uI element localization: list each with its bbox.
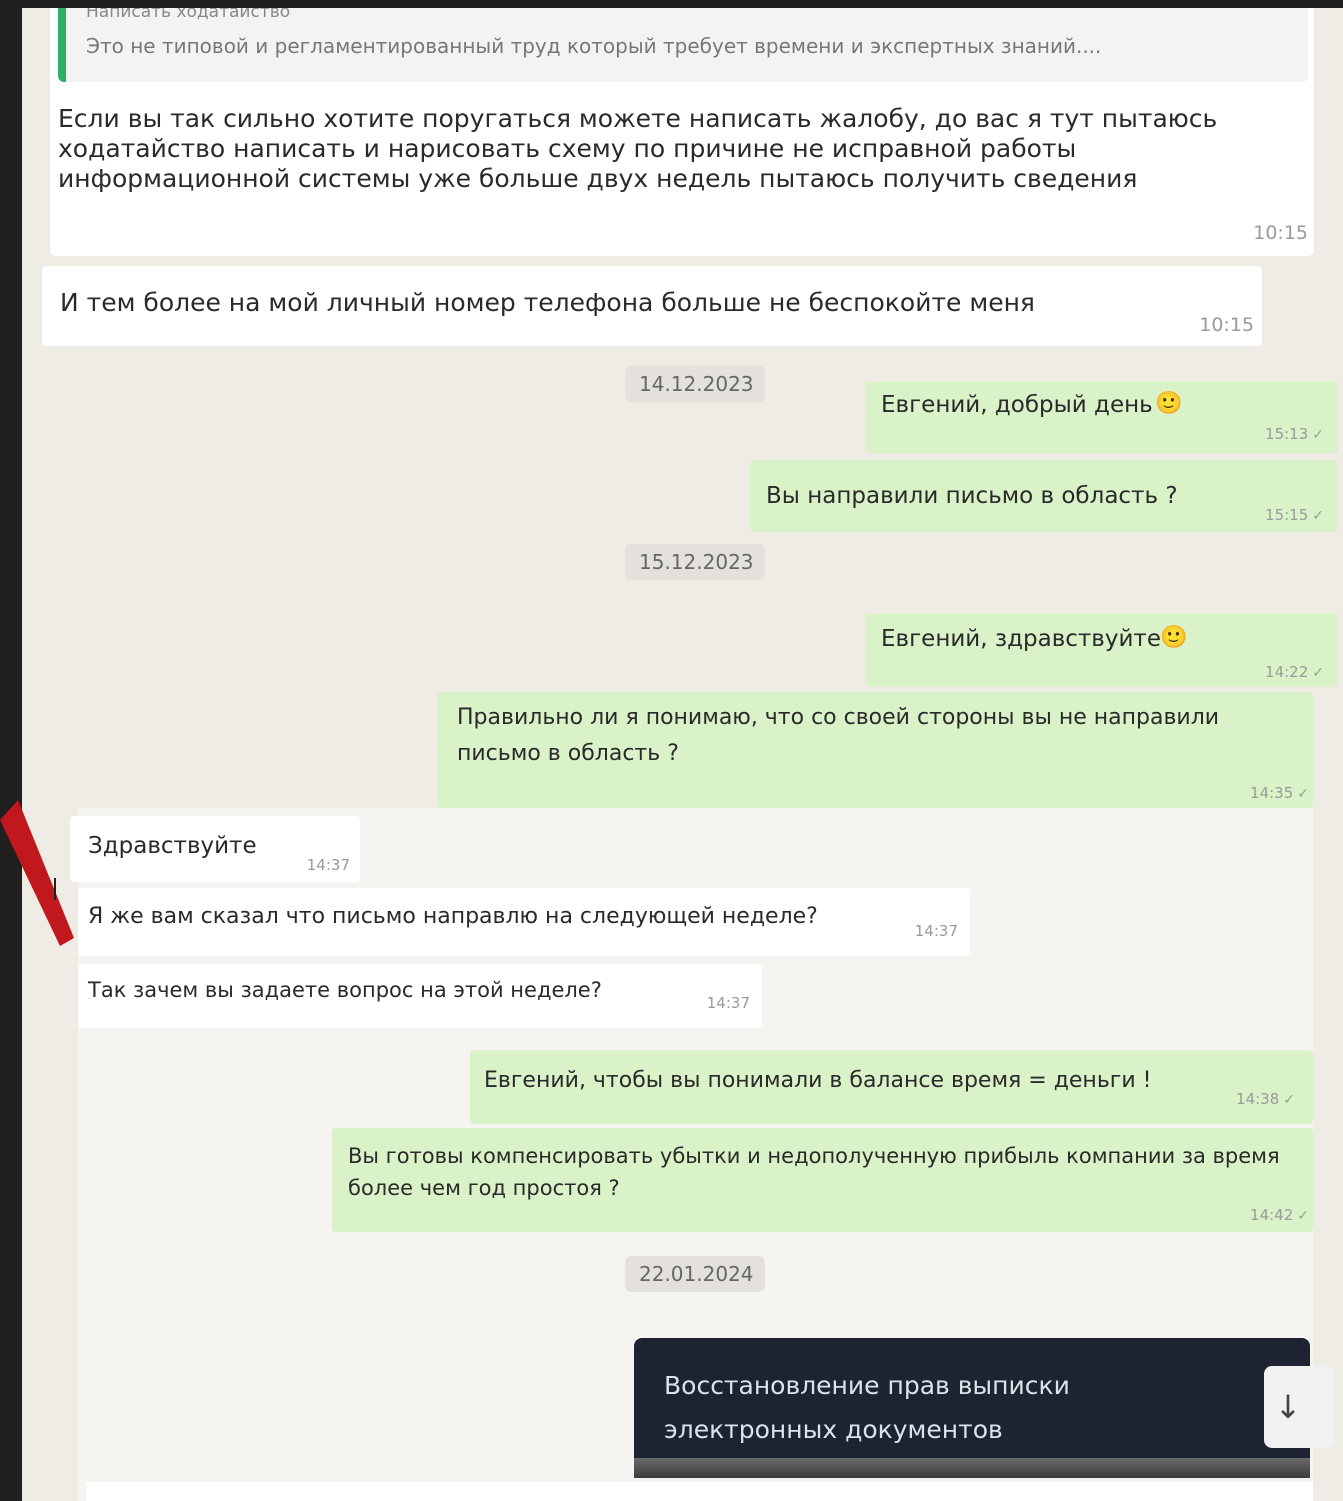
- smile-emoji-icon: 🙂: [1160, 625, 1188, 650]
- message-text: И тем более на мой личный номер телефона…: [60, 288, 1035, 317]
- outgoing-message[interactable]: Евгений, чтобы вы понимали в балансе вре…: [470, 1050, 1313, 1124]
- message-text: Я же вам сказал что письмо направлю на с…: [88, 904, 818, 929]
- message-text: Евгений, чтобы вы понимали в балансе вре…: [484, 1068, 1152, 1093]
- message-text: Евгений, добрый день: [881, 392, 1153, 418]
- message-text: Так зачем вы задаете вопрос на этой неде…: [88, 978, 602, 1002]
- message-time: 14:37: [706, 994, 750, 1012]
- quoted-message-container: Написать ходатайство Это не типовой и ре…: [50, 8, 1314, 256]
- incoming-message[interactable]: И тем более на мой личный номер телефона…: [42, 266, 1262, 346]
- incoming-message[interactable]: Так зачем вы задаете вопрос на этой неде…: [78, 964, 762, 1028]
- message-time: 14:22 ✓: [1265, 663, 1324, 681]
- outgoing-message[interactable]: Евгений, добрый день 🙂 15:13 ✓: [865, 381, 1338, 453]
- arrow-shape: [0, 800, 74, 946]
- message-time: 15:15 ✓: [1265, 506, 1324, 524]
- quoted-text: Это не типовой и регламентированный труд…: [86, 34, 1102, 58]
- chat-panel: Написать ходатайство Это не типовой и ре…: [22, 8, 1343, 1501]
- quoted-author: Написать ходатайство: [86, 8, 291, 22]
- read-check-icon: ✓: [1297, 1208, 1309, 1224]
- message-text: Евгений, здравствуйте: [881, 626, 1161, 652]
- message-time: 10:15: [1199, 314, 1254, 336]
- message-time: 10:15: [1253, 222, 1308, 244]
- red-arrow-annotation: [0, 800, 74, 946]
- download-button[interactable]: ↓: [1264, 1366, 1334, 1448]
- message-text: Вы направили письмо в область ?: [766, 483, 1178, 509]
- message-time: 14:37: [306, 856, 350, 874]
- read-check-icon: ✓: [1312, 427, 1324, 443]
- document-footer-bar: [634, 1458, 1310, 1478]
- read-check-icon: ✓: [1283, 1092, 1295, 1108]
- date-separator: 22.01.2024: [625, 1256, 765, 1292]
- document-message[interactable]: Восстановление прав выписки электронных …: [634, 1338, 1334, 1478]
- message-time: 14:38 ✓: [1236, 1090, 1295, 1108]
- message-text: Если вы так сильно хотите поругаться мож…: [58, 104, 1218, 193]
- read-check-icon: ✓: [1312, 665, 1324, 681]
- message-text: Вы готовы компенсировать убытки и недопо…: [348, 1144, 1280, 1200]
- outgoing-message[interactable]: Евгений, здравствуйте 🙂 14:22 ✓: [865, 613, 1338, 687]
- outgoing-message[interactable]: Вы направили письмо в область ? 15:15 ✓: [750, 460, 1338, 532]
- outgoing-message[interactable]: Вы готовы компенсировать убытки и недопо…: [332, 1128, 1313, 1232]
- document-title: Восстановление прав выписки электронных …: [664, 1371, 1070, 1444]
- message-time: 15:13 ✓: [1265, 425, 1324, 443]
- read-check-icon: ✓: [1297, 786, 1309, 802]
- incoming-message[interactable]: Я же вам сказал что письмо направлю на с…: [78, 888, 970, 956]
- quoted-message[interactable]: Написать ходатайство Это не типовой и ре…: [58, 8, 1308, 82]
- date-separator: 14.12.2023: [625, 366, 765, 402]
- composer-area: [86, 1482, 1313, 1501]
- outgoing-message[interactable]: Правильно ли я понимаю, что со своей сто…: [437, 692, 1313, 808]
- message-time: 14:37: [914, 922, 958, 940]
- message-text: Правильно ли я понимаю, что со своей сто…: [457, 705, 1220, 766]
- read-check-icon: ✓: [1312, 508, 1324, 524]
- message-text: Здравствуйте: [88, 833, 257, 859]
- download-icon: ↓: [1274, 1388, 1302, 1426]
- message-time: 14:42 ✓: [1250, 1206, 1309, 1224]
- message-time: 14:35 ✓: [1250, 784, 1309, 802]
- smile-emoji-icon: 🙂: [1155, 391, 1183, 416]
- date-separator: 15.12.2023: [625, 544, 765, 580]
- incoming-message[interactable]: Здравствуйте 14:37: [70, 816, 360, 882]
